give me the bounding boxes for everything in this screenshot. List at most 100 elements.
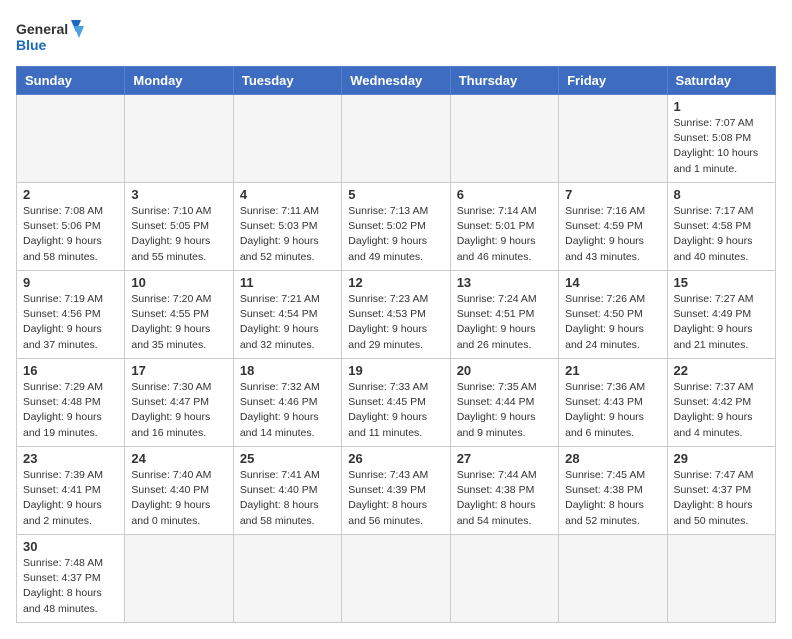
day-info: Sunrise: 7:16 AMSunset: 4:59 PMDaylight:… bbox=[565, 204, 660, 265]
calendar-cell: 27Sunrise: 7:44 AMSunset: 4:38 PMDayligh… bbox=[450, 447, 558, 535]
header-saturday: Saturday bbox=[667, 67, 775, 95]
calendar-cell bbox=[450, 535, 558, 623]
day-info: Sunrise: 7:10 AMSunset: 5:05 PMDaylight:… bbox=[131, 204, 226, 265]
calendar-cell: 29 Sunrise: 7:47 AMSunset: 4:37 PMDayligh… bbox=[667, 447, 775, 535]
day-info: Sunrise: 7:35 AMSunset: 4:44 PMDaylight:… bbox=[457, 380, 552, 441]
day-info: Sunrise: 7:17 AMSunset: 4:58 PMDaylight:… bbox=[674, 204, 769, 265]
day-number: 20 bbox=[457, 363, 552, 378]
day-info: Sunrise: 7:20 AMSunset: 4:55 PMDaylight:… bbox=[131, 292, 226, 353]
day-number: 24 bbox=[131, 451, 226, 466]
calendar-cell: 28 Sunrise: 7:45 AMSunset: 4:38 PMDayligh… bbox=[559, 447, 667, 535]
day-number: 18 bbox=[240, 363, 335, 378]
day-info: Sunrise: 7:23 AMSunset: 4:53 PMDaylight:… bbox=[348, 292, 443, 353]
calendar-cell: 17Sunrise: 7:30 AMSunset: 4:47 PMDayligh… bbox=[125, 359, 233, 447]
day-info: Sunrise: 7:26 AMSunset: 4:50 PMDaylight:… bbox=[565, 292, 660, 353]
header-sunday: Sunday bbox=[17, 67, 125, 95]
calendar-cell: 2Sunrise: 7:08 AMSunset: 5:06 PMDaylight… bbox=[17, 183, 125, 271]
day-info: Sunrise: 7:40 AMSunset: 4:40 PMDaylight:… bbox=[131, 468, 226, 529]
calendar-cell: 4Sunrise: 7:11 AMSunset: 5:03 PMDaylight… bbox=[233, 183, 341, 271]
day-number: 6 bbox=[457, 187, 552, 202]
calendar-header-row: SundayMondayTuesdayWednesdayThursdayFrid… bbox=[17, 67, 776, 95]
day-number: 16 bbox=[23, 363, 118, 378]
week-row-1: 1 Sunrise: 7:07 AMSunset: 5:08 PMDaylight… bbox=[17, 95, 776, 183]
day-info: Sunrise: 7:41 AMSunset: 4:40 PMDaylight:… bbox=[240, 468, 335, 529]
day-number: 21 bbox=[565, 363, 660, 378]
calendar-cell bbox=[233, 95, 341, 183]
day-number: 29 bbox=[674, 451, 769, 466]
day-number: 28 bbox=[565, 451, 660, 466]
day-number: 30 bbox=[23, 539, 118, 554]
day-number: 1 bbox=[674, 99, 769, 114]
day-info: Sunrise: 7:45 AMSunset: 4:38 PMDaylight:… bbox=[565, 468, 660, 529]
week-row-4: 16 Sunrise: 7:29 AMSunset: 4:48 PMDayligh… bbox=[17, 359, 776, 447]
day-info: Sunrise: 7:19 AMSunset: 4:56 PMDaylight:… bbox=[23, 292, 118, 353]
week-row-5: 23Sunrise: 7:39 AMSunset: 4:41 PMDayligh… bbox=[17, 447, 776, 535]
day-number: 11 bbox=[240, 275, 335, 290]
calendar-cell: 15 Sunrise: 7:27 AMSunset: 4:49 PMDayligh… bbox=[667, 271, 775, 359]
calendar-cell: 20 Sunrise: 7:35 AMSunset: 4:44 PMDayligh… bbox=[450, 359, 558, 447]
calendar-cell bbox=[125, 535, 233, 623]
day-info: Sunrise: 7:29 AMSunset: 4:48 PMDaylight:… bbox=[23, 380, 118, 441]
day-number: 22 bbox=[674, 363, 769, 378]
day-number: 2 bbox=[23, 187, 118, 202]
calendar-cell: 11 Sunrise: 7:21 AMSunset: 4:54 PMDayligh… bbox=[233, 271, 341, 359]
svg-text:Blue: Blue bbox=[16, 37, 47, 53]
day-info: Sunrise: 7:27 AMSunset: 4:49 PMDaylight:… bbox=[674, 292, 769, 353]
week-row-2: 2Sunrise: 7:08 AMSunset: 5:06 PMDaylight… bbox=[17, 183, 776, 271]
day-number: 12 bbox=[348, 275, 443, 290]
calendar-cell bbox=[559, 95, 667, 183]
header-monday: Monday bbox=[125, 67, 233, 95]
logo: General Blue bbox=[16, 16, 86, 56]
calendar-cell bbox=[342, 535, 450, 623]
day-number: 7 bbox=[565, 187, 660, 202]
day-number: 14 bbox=[565, 275, 660, 290]
calendar-cell: 6 Sunrise: 7:14 AMSunset: 5:01 PMDaylight… bbox=[450, 183, 558, 271]
day-number: 15 bbox=[674, 275, 769, 290]
day-number: 17 bbox=[131, 363, 226, 378]
day-info: Sunrise: 7:36 AMSunset: 4:43 PMDaylight:… bbox=[565, 380, 660, 441]
calendar-cell: 24 Sunrise: 7:40 AMSunset: 4:40 PMDayligh… bbox=[125, 447, 233, 535]
calendar-cell: 13 Sunrise: 7:24 AMSunset: 4:51 PMDayligh… bbox=[450, 271, 558, 359]
day-info: Sunrise: 7:24 AMSunset: 4:51 PMDaylight:… bbox=[457, 292, 552, 353]
day-info: Sunrise: 7:33 AMSunset: 4:45 PMDaylight:… bbox=[348, 380, 443, 441]
day-info: Sunrise: 7:32 AMSunset: 4:46 PMDaylight:… bbox=[240, 380, 335, 441]
calendar-cell: 21 Sunrise: 7:36 AMSunset: 4:43 PMDayligh… bbox=[559, 359, 667, 447]
calendar-cell: 14 Sunrise: 7:26 AMSunset: 4:50 PMDayligh… bbox=[559, 271, 667, 359]
calendar-cell bbox=[559, 535, 667, 623]
day-number: 13 bbox=[457, 275, 552, 290]
calendar-cell: 5Sunrise: 7:13 AMSunset: 5:02 PMDaylight… bbox=[342, 183, 450, 271]
calendar-cell: 26Sunrise: 7:43 AMSunset: 4:39 PMDayligh… bbox=[342, 447, 450, 535]
header-wednesday: Wednesday bbox=[342, 67, 450, 95]
calendar-cell: 7 Sunrise: 7:16 AMSunset: 4:59 PMDaylight… bbox=[559, 183, 667, 271]
day-number: 4 bbox=[240, 187, 335, 202]
calendar-cell: 3Sunrise: 7:10 AMSunset: 5:05 PMDaylight… bbox=[125, 183, 233, 271]
calendar-cell: 12 Sunrise: 7:23 AMSunset: 4:53 PMDayligh… bbox=[342, 271, 450, 359]
calendar-cell bbox=[125, 95, 233, 183]
header-thursday: Thursday bbox=[450, 67, 558, 95]
day-number: 25 bbox=[240, 451, 335, 466]
calendar-cell: 18 Sunrise: 7:32 AMSunset: 4:46 PMDayligh… bbox=[233, 359, 341, 447]
week-row-3: 9 Sunrise: 7:19 AMSunset: 4:56 PMDaylight… bbox=[17, 271, 776, 359]
calendar-cell: 30 Sunrise: 7:48 AMSunset: 4:37 PMDayligh… bbox=[17, 535, 125, 623]
day-info: Sunrise: 7:37 AMSunset: 4:42 PMDaylight:… bbox=[674, 380, 769, 441]
calendar-cell bbox=[342, 95, 450, 183]
calendar-cell bbox=[233, 535, 341, 623]
calendar-cell: 1 Sunrise: 7:07 AMSunset: 5:08 PMDaylight… bbox=[667, 95, 775, 183]
page-header: General Blue bbox=[16, 16, 776, 56]
day-number: 10 bbox=[131, 275, 226, 290]
day-info: Sunrise: 7:47 AMSunset: 4:37 PMDaylight:… bbox=[674, 468, 769, 529]
day-info: Sunrise: 7:39 AMSunset: 4:41 PMDaylight:… bbox=[23, 468, 118, 529]
day-info: Sunrise: 7:14 AMSunset: 5:01 PMDaylight:… bbox=[457, 204, 552, 265]
calendar-cell: 25 Sunrise: 7:41 AMSunset: 4:40 PMDayligh… bbox=[233, 447, 341, 535]
day-info: Sunrise: 7:44 AMSunset: 4:38 PMDaylight:… bbox=[457, 468, 552, 529]
calendar-cell bbox=[450, 95, 558, 183]
calendar-cell: 22 Sunrise: 7:37 AMSunset: 4:42 PMDayligh… bbox=[667, 359, 775, 447]
header-friday: Friday bbox=[559, 67, 667, 95]
calendar-table: SundayMondayTuesdayWednesdayThursdayFrid… bbox=[16, 66, 776, 623]
day-info: Sunrise: 7:07 AMSunset: 5:08 PMDaylight:… bbox=[674, 116, 769, 177]
day-info: Sunrise: 7:48 AMSunset: 4:37 PMDaylight:… bbox=[23, 556, 118, 617]
day-number: 9 bbox=[23, 275, 118, 290]
calendar-cell: 19Sunrise: 7:33 AMSunset: 4:45 PMDayligh… bbox=[342, 359, 450, 447]
day-info: Sunrise: 7:21 AMSunset: 4:54 PMDaylight:… bbox=[240, 292, 335, 353]
svg-text:General: General bbox=[16, 21, 68, 37]
